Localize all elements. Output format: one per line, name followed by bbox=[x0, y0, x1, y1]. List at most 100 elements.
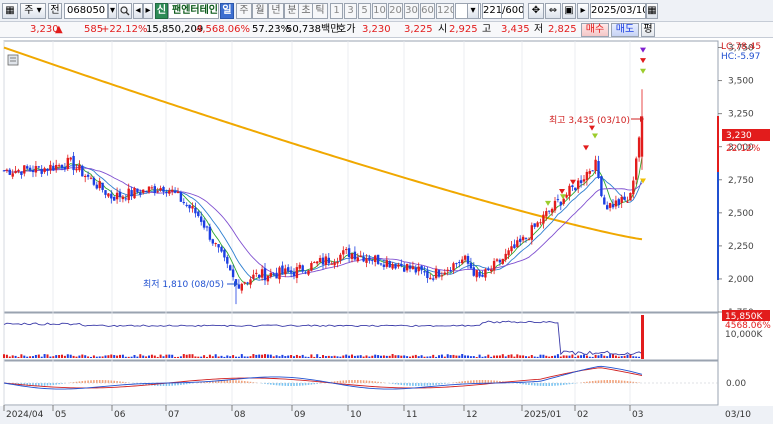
stock-code-input[interactable]: 068050 bbox=[64, 3, 108, 19]
volume-bar bbox=[310, 354, 313, 358]
chart-area[interactable]: 3,750 3,500 3,250 3,000 2,750 2,500 2,250 2,000… bbox=[0, 39, 773, 424]
search-icon[interactable] bbox=[118, 3, 132, 19]
volume-bar bbox=[414, 354, 417, 358]
period-dropdown-icon[interactable]: ▾ bbox=[467, 3, 479, 19]
volume-bar bbox=[165, 354, 168, 358]
next-stock-icon[interactable]: ▸ bbox=[143, 3, 153, 19]
tab-weekly[interactable]: 주 bbox=[236, 3, 252, 19]
candle-body bbox=[461, 259, 464, 264]
menu-icon[interactable]: ▦ bbox=[2, 3, 18, 19]
candle-body bbox=[614, 200, 618, 207]
volume-bar bbox=[284, 356, 287, 358]
volume-bar bbox=[319, 356, 322, 358]
volume-bar bbox=[391, 354, 394, 358]
candle-body bbox=[133, 188, 136, 199]
volume-bar bbox=[388, 355, 391, 358]
candle-body bbox=[458, 261, 461, 263]
crosshair-icon[interactable]: ✥ bbox=[528, 3, 544, 19]
candle-body bbox=[321, 257, 325, 265]
minute-5[interactable]: 5 bbox=[358, 3, 371, 19]
volume-bar bbox=[281, 354, 284, 358]
candle-body bbox=[86, 174, 90, 177]
price-axis: 3,7503,5003,2503,0002,7502,5002,2502,000… bbox=[718, 44, 754, 318]
macd-histogram-bar bbox=[597, 380, 600, 383]
macd-histogram-bar bbox=[90, 380, 92, 383]
candle-body bbox=[229, 265, 232, 271]
minute-60[interactable]: 60 bbox=[420, 3, 435, 19]
scroll-right-icon[interactable]: ▸ bbox=[577, 3, 589, 19]
macd-histogram-bar bbox=[557, 383, 559, 386]
candle-body bbox=[542, 214, 545, 224]
macd-histogram-bar bbox=[603, 380, 606, 383]
macd-histogram-bar bbox=[275, 383, 278, 386]
zoom-fit-icon[interactable]: ⇔ bbox=[545, 3, 561, 19]
macd-histogram-bar bbox=[78, 381, 81, 383]
candle-body bbox=[258, 274, 261, 278]
sell-button[interactable]: 매도 bbox=[611, 23, 639, 37]
candle-body bbox=[266, 275, 270, 282]
candle-body bbox=[252, 274, 255, 279]
market-select[interactable]: 전 bbox=[48, 3, 62, 19]
macd-histogram-bar bbox=[58, 383, 60, 385]
prev-stock-icon[interactable]: ◂ bbox=[133, 3, 143, 19]
volume-bar bbox=[159, 354, 162, 358]
minute-10[interactable]: 10 bbox=[372, 3, 387, 19]
price-chart[interactable]: 3,7503,5003,2503,0002,7502,5002,2502,000… bbox=[0, 39, 773, 424]
buy-button[interactable]: 매수 bbox=[581, 23, 609, 37]
macd-histogram-bar bbox=[423, 383, 426, 386]
volume-bar bbox=[272, 356, 275, 358]
volume-bar bbox=[255, 354, 258, 358]
save-icon[interactable]: ▣ bbox=[562, 3, 576, 19]
candle-body bbox=[405, 263, 409, 271]
candle-body bbox=[510, 246, 513, 252]
volume-bar bbox=[133, 355, 136, 358]
minute-20[interactable]: 20 bbox=[388, 3, 403, 19]
macd-histogram-bar bbox=[623, 380, 626, 383]
candle-body bbox=[527, 239, 531, 241]
candle-body bbox=[124, 198, 127, 200]
volume-bar bbox=[374, 354, 377, 358]
candle-body bbox=[57, 165, 61, 167]
candle-body bbox=[597, 161, 600, 178]
period-type-select[interactable]: 주 ▾ bbox=[20, 3, 46, 19]
calendar-icon[interactable]: ▦ bbox=[646, 3, 658, 19]
volume-bar bbox=[403, 355, 406, 358]
minute-1[interactable]: 1 bbox=[330, 3, 343, 19]
date-input[interactable]: 2025/03/10 bbox=[590, 3, 646, 19]
candle-body bbox=[533, 223, 536, 227]
minute-120[interactable]: 120 bbox=[436, 3, 454, 19]
tab-monthly[interactable]: 월 bbox=[252, 3, 268, 19]
macd-histogram-bar bbox=[84, 380, 86, 383]
minute-30[interactable]: 30 bbox=[404, 3, 419, 19]
volume-bar bbox=[301, 354, 304, 358]
volume-bar bbox=[507, 354, 510, 358]
volume-bar bbox=[443, 356, 446, 358]
code-dropdown-icon[interactable]: ▾ bbox=[108, 3, 117, 19]
volume-bar bbox=[127, 356, 130, 358]
min-annotation: 최저 1,810 (08/05) bbox=[143, 279, 224, 290]
macd-histogram-bar bbox=[351, 380, 353, 383]
tab-tick[interactable]: 틱 bbox=[312, 3, 328, 19]
label-high: 고 bbox=[482, 24, 492, 35]
candle-body bbox=[115, 192, 119, 200]
minute-3[interactable]: 3 bbox=[344, 3, 357, 19]
candle-body bbox=[629, 192, 632, 201]
volume-bar-last bbox=[641, 315, 644, 359]
tab-daily[interactable]: 일 bbox=[220, 3, 234, 19]
candle-body bbox=[571, 185, 574, 187]
candle-body bbox=[376, 254, 380, 264]
volume-bar bbox=[23, 355, 26, 358]
macd-histogram-bar bbox=[174, 383, 176, 386]
candle-body bbox=[507, 250, 510, 256]
candle-body bbox=[159, 188, 162, 191]
count-input[interactable]: 221 bbox=[482, 3, 502, 19]
eval-button[interactable]: 평 bbox=[641, 23, 655, 37]
tab-yearly[interactable]: 년 bbox=[268, 3, 284, 19]
volume-bar bbox=[211, 356, 214, 358]
volume-bar bbox=[223, 356, 226, 358]
macd-histogram-bar bbox=[554, 383, 556, 386]
candle-body bbox=[107, 193, 110, 197]
candle-body bbox=[8, 169, 11, 175]
volume-bar bbox=[336, 356, 339, 358]
x-tick-label: 10 bbox=[350, 410, 362, 420]
